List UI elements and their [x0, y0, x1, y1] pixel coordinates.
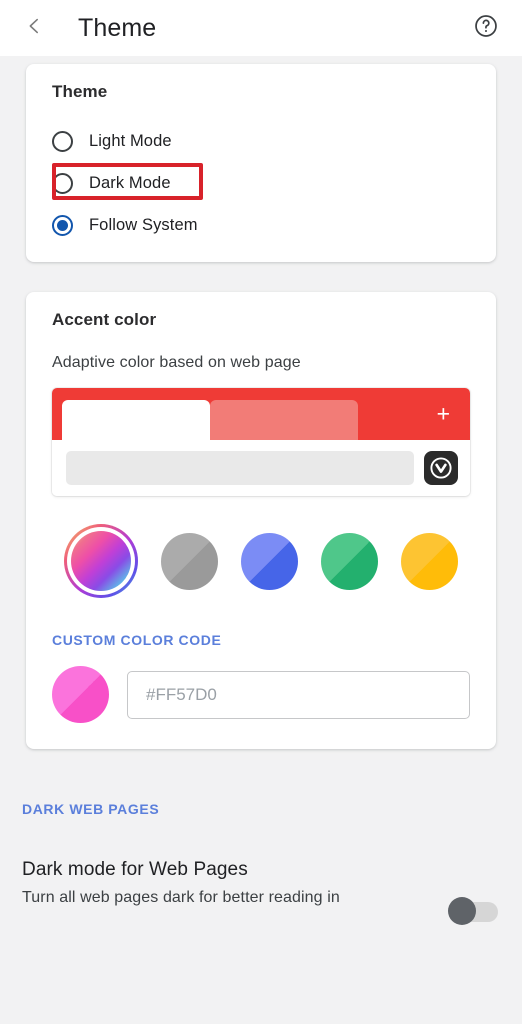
- theme-radio-group: Light Mode Dark Mode Follow System: [26, 120, 496, 246]
- help-circle-icon: [473, 13, 499, 44]
- radio-label-light-mode: Light Mode: [89, 131, 172, 150]
- vivaldi-logo-icon: [424, 451, 458, 485]
- accent-swatch-blue[interactable]: [241, 532, 298, 590]
- custom-color-row: [26, 666, 496, 723]
- help-button[interactable]: [466, 8, 506, 48]
- radio-label-follow-system: Follow System: [89, 215, 198, 234]
- swatch-fill-gray: [161, 532, 218, 590]
- preview-active-tab: [62, 400, 210, 440]
- radio-label-dark-mode: Dark Mode: [89, 173, 171, 192]
- accent-swatch-green[interactable]: [321, 532, 378, 590]
- swatch-fill-green: [321, 532, 378, 590]
- accent-swatch-adaptive[interactable]: [64, 524, 138, 598]
- toggle-thumb: [448, 897, 476, 925]
- accent-swatch-row: [26, 524, 496, 598]
- accent-card-title: Accent color: [52, 310, 157, 329]
- swatch-fill-adaptive: [71, 531, 131, 591]
- preview-inactive-tab: [210, 400, 358, 440]
- accent-color-card: Accent color Adaptive color based on web…: [26, 292, 496, 749]
- browser-theme-preview: +: [52, 388, 470, 496]
- swatch-fill-yellow: [401, 532, 458, 590]
- radio-option-light-mode[interactable]: Light Mode: [26, 120, 496, 162]
- settings-scroll-area[interactable]: Theme Light Mode Dark Mode Follow System…: [0, 56, 522, 1024]
- page-title: Theme: [78, 13, 157, 42]
- accent-swatch-yellow[interactable]: [401, 532, 458, 590]
- theme-card: Theme Light Mode Dark Mode Follow System: [26, 64, 496, 262]
- preview-address-bar: [52, 440, 470, 496]
- preference-row-dark-mode-web-pages[interactable]: Dark mode for Web Pages Turn all web pag…: [0, 859, 522, 925]
- custom-color-code-label: CUSTOM COLOR CODE: [52, 632, 222, 648]
- toggle-dark-mode-web-pages[interactable]: [448, 897, 500, 925]
- back-button[interactable]: [12, 6, 56, 50]
- radio-button-light-mode[interactable]: [52, 130, 73, 152]
- accent-swatch-gray[interactable]: [161, 532, 218, 590]
- radio-option-dark-mode[interactable]: Dark Mode: [26, 162, 496, 204]
- theme-settings-screen: Theme Theme Light Mode Dark Mode Follow …: [0, 0, 522, 1024]
- radio-option-follow-system[interactable]: Follow System: [26, 204, 496, 246]
- chevron-left-icon: [23, 15, 45, 42]
- swatch-fill-blue: [241, 532, 298, 590]
- custom-color-code-input[interactable]: [127, 670, 470, 719]
- app-bar: Theme: [0, 0, 522, 56]
- radio-button-dark-mode[interactable]: [52, 172, 73, 194]
- accent-card-subtitle: Adaptive color based on web page: [52, 354, 301, 371]
- dark-web-pages-section-label: DARK WEB PAGES: [22, 801, 160, 817]
- radio-button-follow-system[interactable]: [52, 214, 73, 236]
- plus-icon: +: [436, 400, 450, 427]
- preview-tab-bar: +: [52, 388, 470, 440]
- preference-description: Turn all web pages dark for better readi…: [22, 889, 340, 906]
- theme-card-title: Theme: [52, 82, 108, 101]
- preference-text-block: Dark mode for Web Pages Turn all web pag…: [22, 859, 434, 907]
- custom-color-swatch[interactable]: [52, 666, 109, 723]
- preview-address-field: [66, 451, 414, 485]
- preference-title: Dark mode for Web Pages: [22, 859, 248, 880]
